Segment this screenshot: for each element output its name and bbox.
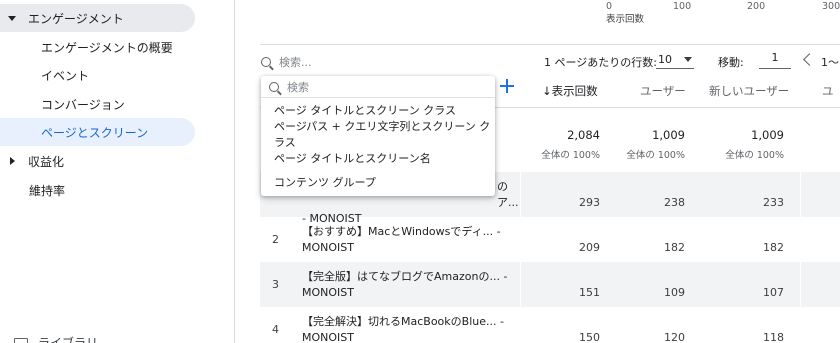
column-divider <box>520 172 521 217</box>
rows-per-page-value: 10 <box>658 53 672 66</box>
nav-engagement-label: エンゲージメント <box>28 11 124 26</box>
dropdown-arrow-icon <box>684 57 692 62</box>
axis-label: 表示回数 <box>606 14 645 25</box>
table-toolbar: 検索... 1 ページあたりの行数: 10 移動: 1 1〜1 <box>236 50 840 72</box>
axis-tick: 100 <box>673 1 692 12</box>
row-number: 4 <box>272 323 279 336</box>
page-range: 1〜1 <box>821 56 840 69</box>
total-value: 1,009 <box>652 128 685 142</box>
chart-axis: 0 100 200 300 表示回数 <box>236 0 840 30</box>
total-value: 2,084 <box>567 128 600 142</box>
total-pct: 全体の 100% <box>626 150 685 161</box>
row-title-line1: 【完全版】はてなブログでAmazonの... - <box>302 270 508 283</box>
cell-views: 151 <box>579 286 600 299</box>
row-title-line2: MONOIST <box>302 286 354 299</box>
caret-down-icon <box>8 14 16 22</box>
dropdown-search-placeholder: 検索 <box>287 80 309 94</box>
total-pct: 全体の 100% <box>725 150 784 161</box>
cell-views: 209 <box>579 241 600 254</box>
total-views: 2,084 全体の 100% <box>540 108 600 161</box>
cell-users: 109 <box>664 286 685 299</box>
cell-views: 293 <box>579 196 600 209</box>
nav-conversions[interactable]: コンバージョン <box>0 90 195 118</box>
caret-right-icon <box>8 157 16 165</box>
sidebar: エンゲージメント エンゲージメントの概要 イベント コンバージョン ページとスク… <box>0 0 235 343</box>
row-title-line2: MONOIST <box>302 241 354 254</box>
rows-per-page-select[interactable]: 10 <box>656 51 694 69</box>
cell-new-users: 182 <box>763 241 784 254</box>
axis-tick: 300 <box>822 1 840 12</box>
col-extra[interactable]: ユ <box>822 83 834 99</box>
nav-label: コンバージョン <box>41 97 125 112</box>
cell-users: 238 <box>664 196 685 209</box>
col-users[interactable]: ユーザー <box>640 83 686 99</box>
table-search[interactable]: 検索... <box>261 54 312 70</box>
row-title-line1: 【おすすめ】MacとWindowsでディ... - <box>302 225 501 238</box>
cell-new-users: 118 <box>763 331 784 343</box>
col-views[interactable]: ↓表示回数 <box>542 83 598 99</box>
total-new-users: 1,009 全体の 100% <box>724 108 784 161</box>
nav-monetization-label: 収益化 <box>28 154 65 169</box>
dimension-dropdown: 検索 ページ タイトルとスクリーン クラス ページパス + クエリ文字列とスクリ… <box>261 76 495 196</box>
goto-label: 移動: <box>718 56 744 69</box>
column-divider <box>800 262 801 307</box>
nav-monetization[interactable]: 収益化 <box>0 147 195 175</box>
row-title-line1: 【完全解決】切れるMacBookのBlue... - <box>302 315 504 328</box>
axis-tick: 200 <box>747 1 766 12</box>
column-divider <box>520 262 521 307</box>
cell-new-users: 233 <box>763 196 784 209</box>
total-value: 1,009 <box>751 128 784 142</box>
cell-users: 182 <box>664 241 685 254</box>
table-row[interactable]: 2 【おすすめ】MacとWindowsでディ... - MONOIST 209 … <box>260 217 840 262</box>
column-divider <box>800 172 801 217</box>
total-users: 1,009 全体の 100% <box>625 108 685 161</box>
col-new-users[interactable]: 新しいユーザー <box>709 83 789 99</box>
dropdown-item[interactable]: コンテンツ グループ <box>261 170 495 194</box>
rows-per-page-label: 1 ページあたりの行数: <box>544 56 657 69</box>
row-title-line2: MONOIST <box>302 331 354 343</box>
nav-label: ページとスクリーン <box>41 125 149 140</box>
table-row[interactable]: 4 【完全解決】切れるMacBookのBlue... - MONOIST 150… <box>260 307 840 343</box>
nav-label: エンゲージメントの概要 <box>41 40 173 55</box>
row-title[interactable]: 【おすすめ】MacとWindowsでディ... - MONOIST <box>302 224 522 256</box>
search-icon <box>261 57 271 67</box>
nav-library[interactable]: ライブラリ <box>14 334 98 343</box>
nav-engagement-overview[interactable]: エンゲージメントの概要 <box>0 33 195 61</box>
nav-engagement[interactable]: エンゲージメント <box>0 4 195 32</box>
table-row[interactable]: 3 【完全版】はてなブログでAmazonの... - MONOIST 151 1… <box>260 262 840 307</box>
prev-page-icon[interactable] <box>801 52 815 68</box>
search-icon <box>269 81 279 92</box>
dropdown-item[interactable]: ページパス + クエリ文字列とスクリーン クラス <box>261 120 495 149</box>
dropdown-search-input[interactable]: 検索 <box>261 76 495 98</box>
row-title[interactable]: 【完全解決】切れるMacBookのBlue... - MONOIST <box>302 314 522 343</box>
total-pct: 全体の 100% <box>541 150 600 161</box>
folder-icon <box>14 337 28 343</box>
row-title[interactable]: 【完全版】はてなブログでAmazonの... - MONOIST <box>302 269 522 301</box>
row-number: 2 <box>272 233 279 246</box>
cell-views: 150 <box>579 331 600 343</box>
nav-retention-label: 維持率 <box>29 183 66 198</box>
row-number: 3 <box>272 278 279 291</box>
nav-label: イベント <box>41 68 90 83</box>
divider <box>260 44 840 45</box>
search-placeholder: 検索... <box>279 56 312 69</box>
add-dimension-icon[interactable] <box>500 79 514 93</box>
nav-pages-screens[interactable]: ページとスクリーン <box>0 118 195 146</box>
cell-users: 120 <box>664 331 685 343</box>
cell-new-users: 107 <box>763 286 784 299</box>
nav-events[interactable]: イベント <box>0 61 195 89</box>
nav-library-label: ライブラリ <box>38 336 99 343</box>
nav-retention[interactable]: 維持率 <box>0 176 65 204</box>
goto-page-input[interactable]: 1 <box>759 51 791 69</box>
